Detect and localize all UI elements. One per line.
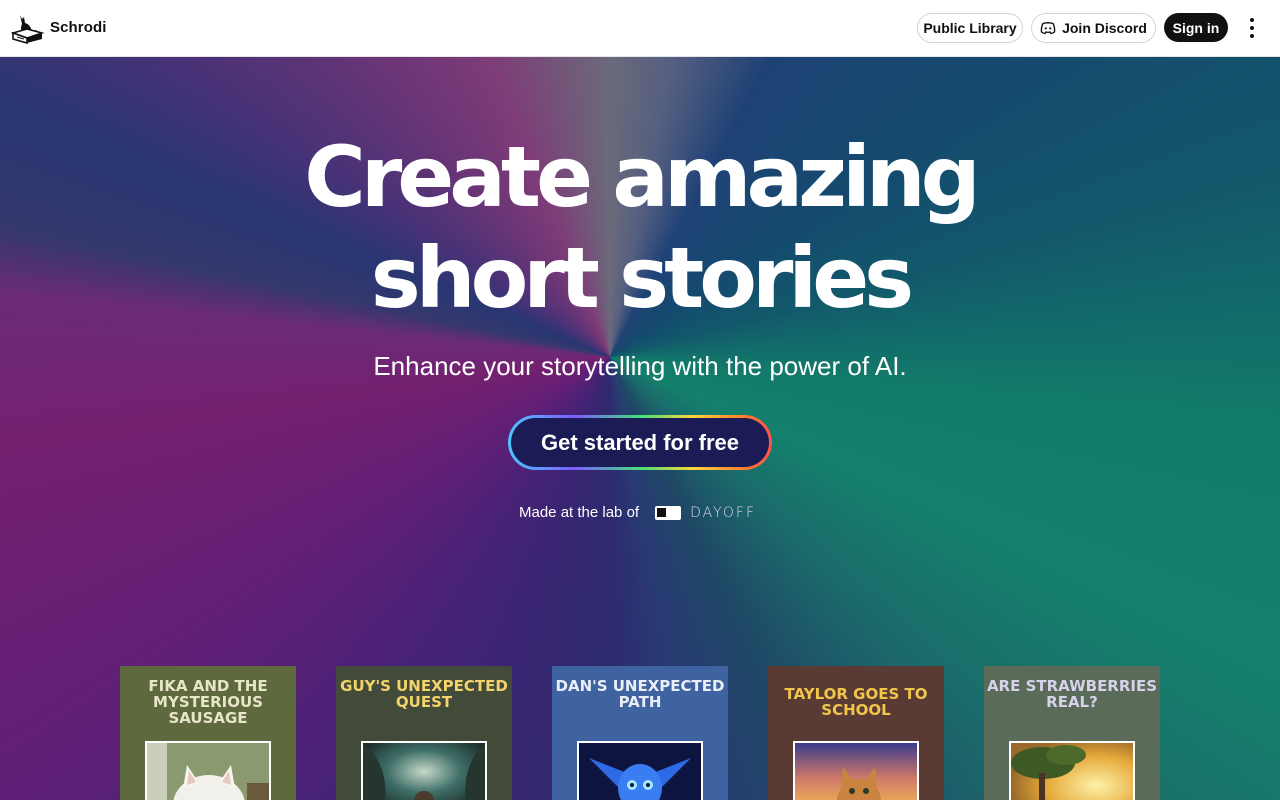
toggle-icon [655, 505, 682, 520]
hero-title-line-2: short stories [370, 229, 914, 327]
made-at-label: Made at the lab of [519, 504, 640, 521]
hero-title: Create amazing short stories [0, 127, 1280, 329]
story-cover-image [145, 741, 271, 800]
dayoff-logo[interactable]: DAYOFF [655, 505, 756, 521]
discord-icon [1040, 22, 1056, 35]
fantasy-forest-scene-icon [363, 743, 485, 800]
get-started-button[interactable]: Get started for free [511, 418, 769, 467]
dayoff-wordmark: DAYOFF [690, 504, 757, 521]
story-card-title: DAN'S UNEXPECTED PATH [555, 677, 725, 711]
story-cover-image [793, 741, 919, 800]
get-started-button-border: Get started for free [508, 415, 772, 470]
story-card[interactable]: DAN'S UNEXPECTED PATH [552, 666, 728, 800]
orange-cat-sunset-icon [795, 743, 917, 800]
brand-name: Schrodi [50, 19, 107, 36]
story-card-title: ARE STRAWBERRIES REAL? [986, 677, 1158, 711]
sign-in-button[interactable]: Sign in [1164, 13, 1228, 42]
public-library-button[interactable]: Public Library [917, 13, 1023, 43]
more-menu-icon[interactable] [1241, 15, 1263, 41]
hero-section: Create amazing short stories Enhance you… [0, 57, 1280, 800]
brand-logo[interactable]: Schrodi [11, 11, 107, 44]
hero-subtitle: Enhance your storytelling with the power… [373, 351, 907, 381]
story-cover-image [1009, 741, 1135, 800]
tree-golden-sky-icon [1011, 743, 1133, 800]
blue-winged-creature-icon [579, 743, 701, 800]
join-discord-button[interactable]: Join Discord [1031, 13, 1156, 43]
story-card[interactable]: ARE STRAWBERRIES REAL? [984, 666, 1160, 800]
story-card-title: GUY'S UNEXPECTED QUEST [340, 677, 508, 711]
hero-title-line-1: Create amazing [304, 128, 981, 226]
story-card-title: FIKA AND THE MYSTERIOUS SAUSAGE [148, 677, 268, 727]
story-card[interactable]: FIKA AND THE MYSTERIOUS SAUSAGE [120, 666, 296, 800]
story-cards: FIKA AND THE MYSTERIOUS SAUSAGE GUY'S UN… [120, 666, 1160, 800]
story-card[interactable]: TAYLOR GOES TO SCHOOL [768, 666, 944, 800]
top-nav: Schrodi Public Library Join Discord Sign… [0, 0, 1280, 57]
story-card-title: TAYLOR GOES TO SCHOOL [784, 685, 928, 719]
story-cover-image [577, 741, 703, 800]
made-by-credit: Made at the lab of DAYOFF [519, 504, 756, 521]
white-cat-photo-icon [147, 743, 269, 800]
cat-on-box-logo-icon [11, 15, 44, 44]
join-discord-label: Join Discord [1062, 20, 1147, 36]
story-cover-image [361, 741, 487, 800]
story-card[interactable]: GUY'S UNEXPECTED QUEST [336, 666, 512, 800]
